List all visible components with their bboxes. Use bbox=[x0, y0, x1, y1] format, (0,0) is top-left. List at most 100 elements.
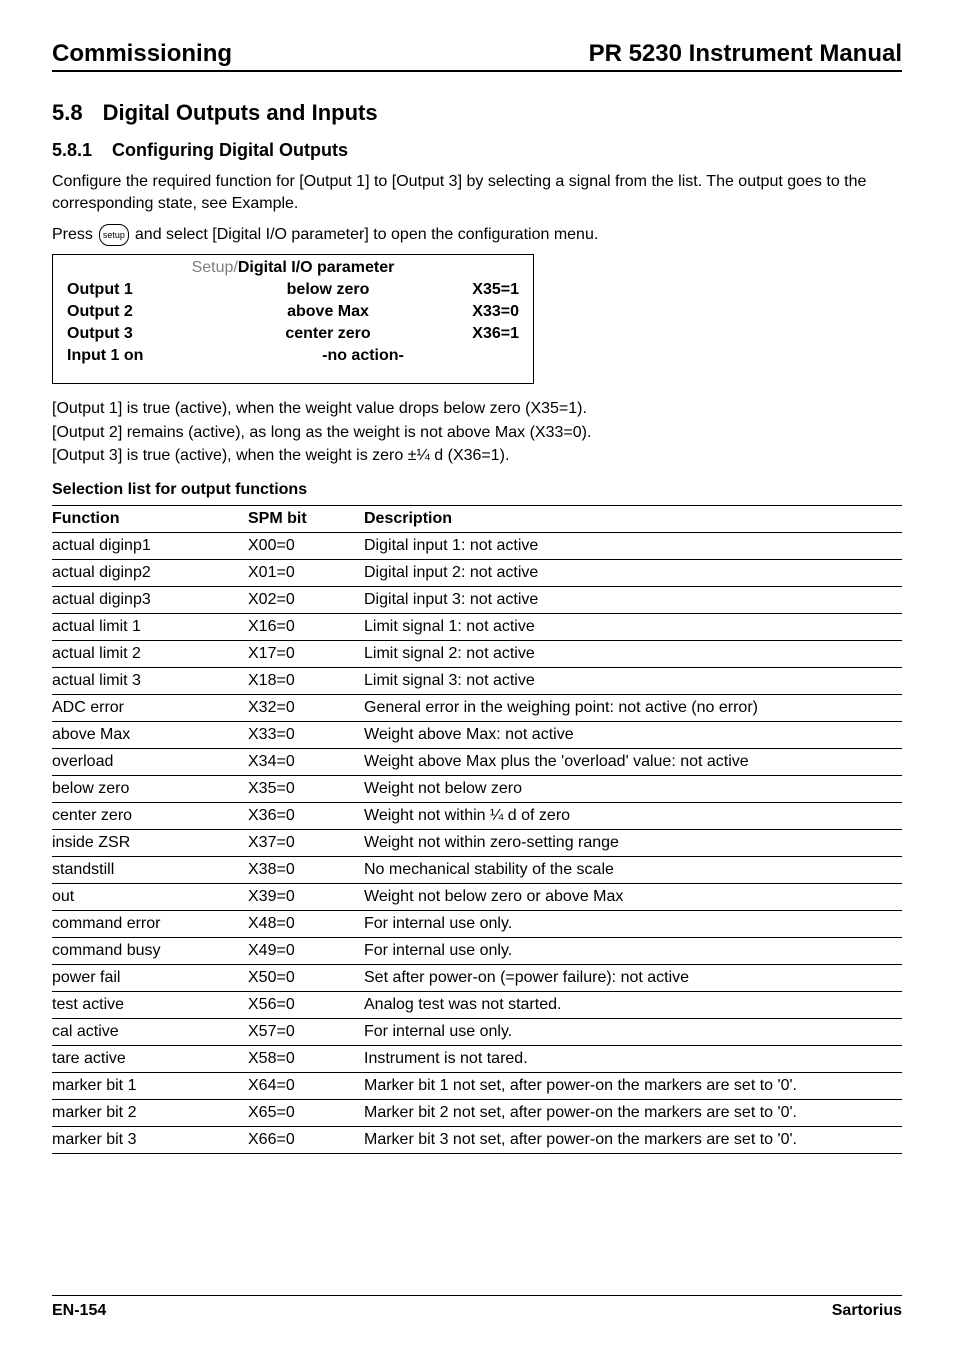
cell-function: actual limit 3 bbox=[52, 667, 248, 694]
cell-spm: X49=0 bbox=[248, 937, 364, 964]
function-table: Function SPM bit Description actual digi… bbox=[52, 505, 902, 1154]
cell-function: cal active bbox=[52, 1018, 248, 1045]
cell-description: Limit signal 3: not active bbox=[364, 667, 902, 694]
setup-key-icon: setup bbox=[99, 224, 129, 246]
cell-function: actual diginp3 bbox=[52, 586, 248, 613]
press-suffix: and select [Digital I/O parameter] to op… bbox=[135, 226, 598, 244]
cell-description: Digital input 2: not active bbox=[364, 559, 902, 586]
param-value: above Max bbox=[207, 303, 449, 321]
th-spm: SPM bit bbox=[248, 505, 364, 532]
table-row: above MaxX33=0Weight above Max: not acti… bbox=[52, 721, 902, 748]
table-row: command errorX48=0For internal use only. bbox=[52, 910, 902, 937]
table-row: actual limit 2X17=0Limit signal 2: not a… bbox=[52, 640, 902, 667]
cell-function: actual limit 1 bbox=[52, 613, 248, 640]
header-right: PR 5230 Instrument Manual bbox=[589, 40, 902, 68]
th-function: Function bbox=[52, 505, 248, 532]
table-row: actual limit 1X16=0Limit signal 1: not a… bbox=[52, 613, 902, 640]
param-value: -no action- bbox=[207, 347, 519, 365]
cell-spm: X34=0 bbox=[248, 748, 364, 775]
param-value: below zero bbox=[207, 281, 449, 299]
table-row: test activeX56=0Analog test was not star… bbox=[52, 991, 902, 1018]
table-row: actual diginp1X00=0Digital input 1: not … bbox=[52, 532, 902, 559]
param-label: Output 1 bbox=[67, 281, 207, 299]
cell-description: Weight not below zero or above Max bbox=[364, 883, 902, 910]
cell-spm: X50=0 bbox=[248, 964, 364, 991]
selection-list-heading: Selection list for output functions bbox=[52, 481, 902, 499]
output-note: [Output 2] remains (active), as long as … bbox=[52, 422, 902, 444]
param-title-bold: Digital I/O parameter bbox=[238, 259, 395, 276]
cell-description: Marker bit 2 not set, after power-on the… bbox=[364, 1099, 902, 1126]
table-row: tare activeX58=0Instrument is not tared. bbox=[52, 1045, 902, 1072]
cell-function: test active bbox=[52, 991, 248, 1018]
header-left: Commissioning bbox=[52, 40, 232, 68]
subsection-heading: 5.8.1Configuring Digital Outputs bbox=[52, 140, 902, 161]
cell-description: Instrument is not tared. bbox=[364, 1045, 902, 1072]
cell-function: below zero bbox=[52, 775, 248, 802]
cell-description: Weight above Max plus the 'overload' val… bbox=[364, 748, 902, 775]
cell-description: Weight not within ¼ d of zero bbox=[364, 802, 902, 829]
cell-function: actual diginp1 bbox=[52, 532, 248, 559]
param-code: X33=0 bbox=[449, 303, 519, 321]
page-header: Commissioning PR 5230 Instrument Manual bbox=[52, 40, 902, 72]
section-number: 5.8 bbox=[52, 100, 83, 126]
table-row: ADC errorX32=0General error in the weigh… bbox=[52, 694, 902, 721]
param-code: X35=1 bbox=[449, 281, 519, 299]
table-row: marker bit 1X64=0Marker bit 1 not set, a… bbox=[52, 1072, 902, 1099]
cell-description: Analog test was not started. bbox=[364, 991, 902, 1018]
param-title-gray: Setup/ bbox=[192, 259, 238, 276]
param-label: Output 2 bbox=[67, 303, 207, 321]
cell-description: Weight not below zero bbox=[364, 775, 902, 802]
cell-function: marker bit 2 bbox=[52, 1099, 248, 1126]
table-row: cal activeX57=0For internal use only. bbox=[52, 1018, 902, 1045]
cell-description: No mechanical stability of the scale bbox=[364, 856, 902, 883]
param-code: X36=1 bbox=[449, 325, 519, 343]
output-note: [Output 3] is true (active), when the we… bbox=[52, 445, 902, 467]
cell-description: Marker bit 3 not set, after power-on the… bbox=[364, 1126, 902, 1153]
table-row: below zeroX35=0Weight not below zero bbox=[52, 775, 902, 802]
cell-description: Weight above Max: not active bbox=[364, 721, 902, 748]
cell-function: inside ZSR bbox=[52, 829, 248, 856]
cell-description: Weight not within zero-setting range bbox=[364, 829, 902, 856]
table-row: marker bit 2X65=0Marker bit 2 not set, a… bbox=[52, 1099, 902, 1126]
parameter-box: Setup/Digital I/O parameter Output 1 bel… bbox=[52, 254, 534, 384]
table-row: center zeroX36=0Weight not within ¼ d of… bbox=[52, 802, 902, 829]
cell-spm: X17=0 bbox=[248, 640, 364, 667]
table-row: inside ZSRX37=0Weight not within zero-se… bbox=[52, 829, 902, 856]
cell-description: For internal use only. bbox=[364, 910, 902, 937]
cell-description: General error in the weighing point: not… bbox=[364, 694, 902, 721]
cell-spm: X33=0 bbox=[248, 721, 364, 748]
cell-function: ADC error bbox=[52, 694, 248, 721]
cell-spm: X32=0 bbox=[248, 694, 364, 721]
cell-function: tare active bbox=[52, 1045, 248, 1072]
cell-description: Set after power-on (=power failure): not… bbox=[364, 964, 902, 991]
cell-spm: X02=0 bbox=[248, 586, 364, 613]
subsection-number: 5.8.1 bbox=[52, 140, 92, 161]
cell-function: marker bit 3 bbox=[52, 1126, 248, 1153]
cell-description: Digital input 3: not active bbox=[364, 586, 902, 613]
section-heading: 5.8Digital Outputs and Inputs bbox=[52, 100, 902, 126]
table-header-row: Function SPM bit Description bbox=[52, 505, 902, 532]
page-footer: EN-154 Sartorius bbox=[52, 1295, 902, 1320]
cell-function: actual limit 2 bbox=[52, 640, 248, 667]
output-notes: [Output 1] is true (active), when the we… bbox=[52, 398, 902, 467]
param-row: Output 2 above Max X33=0 bbox=[53, 301, 533, 323]
cell-spm: X16=0 bbox=[248, 613, 364, 640]
cell-function: marker bit 1 bbox=[52, 1072, 248, 1099]
cell-description: Digital input 1: not active bbox=[364, 532, 902, 559]
param-label: Input 1 on bbox=[67, 347, 207, 365]
cell-description: Limit signal 2: not active bbox=[364, 640, 902, 667]
cell-spm: X37=0 bbox=[248, 829, 364, 856]
cell-spm: X00=0 bbox=[248, 532, 364, 559]
table-row: actual diginp3X02=0Digital input 3: not … bbox=[52, 586, 902, 613]
table-row: power failX50=0Set after power-on (=powe… bbox=[52, 964, 902, 991]
cell-function: center zero bbox=[52, 802, 248, 829]
cell-spm: X35=0 bbox=[248, 775, 364, 802]
cell-spm: X01=0 bbox=[248, 559, 364, 586]
footer-brand: Sartorius bbox=[832, 1302, 902, 1320]
table-row: command busyX49=0For internal use only. bbox=[52, 937, 902, 964]
table-row: actual diginp2X01=0Digital input 2: not … bbox=[52, 559, 902, 586]
param-label: Output 3 bbox=[67, 325, 207, 343]
press-instruction: Press setup and select [Digital I/O para… bbox=[52, 224, 902, 246]
cell-function: command busy bbox=[52, 937, 248, 964]
table-row: overloadX34=0Weight above Max plus the '… bbox=[52, 748, 902, 775]
